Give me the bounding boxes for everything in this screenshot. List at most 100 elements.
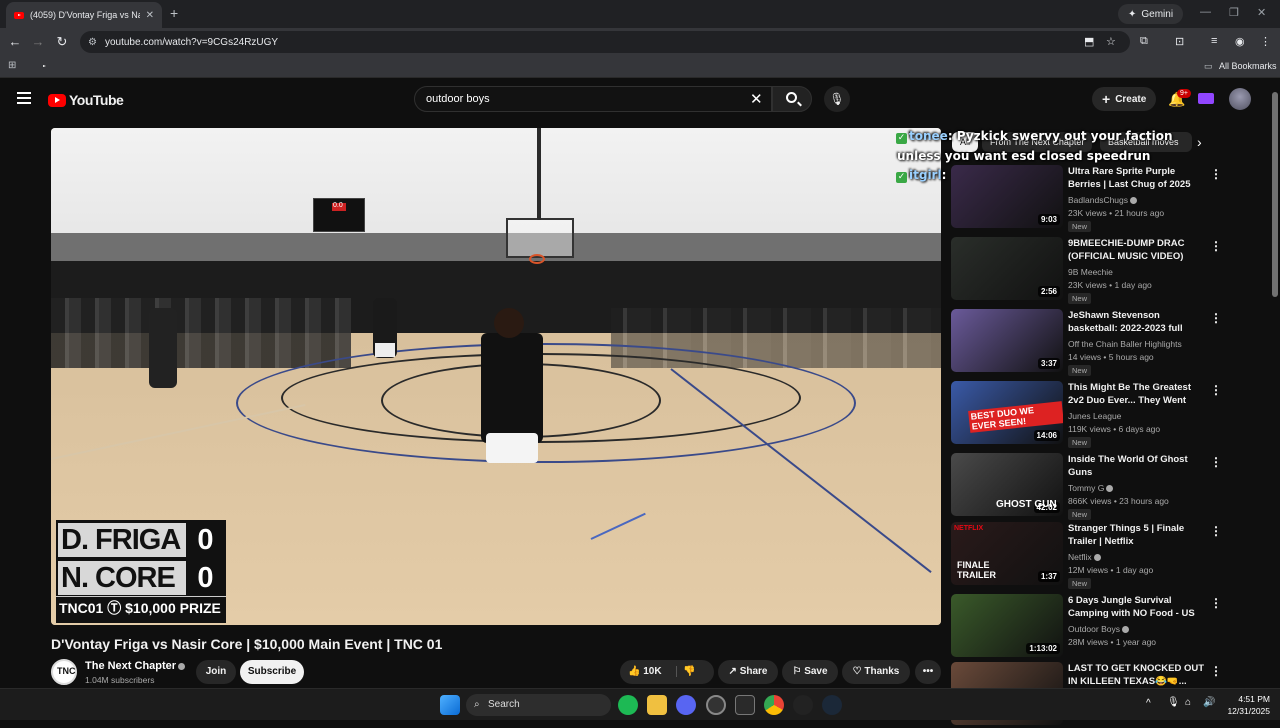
file-explorer-icon[interactable] <box>647 695 667 715</box>
chips-next-chevron-icon[interactable]: › <box>1197 134 1202 150</box>
minimize-icon[interactable]: — <box>1200 6 1211 18</box>
all-bookmarks-link[interactable]: All Bookmarks <box>1219 61 1277 71</box>
back-arrow-icon[interactable]: ← <box>7 34 23 49</box>
more-options-icon[interactable]: ⋮ <box>1210 596 1222 610</box>
join-button[interactable]: Join <box>196 660 236 684</box>
steam-icon[interactable] <box>822 695 842 715</box>
bookmark-star-icon[interactable]: ☆ <box>1106 35 1116 48</box>
tray-mic-icon[interactable]: 🎙 <box>1167 697 1180 708</box>
video-thumbnail[interactable]: 1:37 NETFLIX FINALE TRAILER <box>951 522 1063 585</box>
scrollbar-thumb[interactable] <box>1272 92 1278 297</box>
search-input[interactable]: outdoor boys <box>414 86 772 112</box>
recommended-video[interactable]: 42:02 GHOST GUN Inside The World Of Ghost … <box>951 453 1222 520</box>
recommended-video-title[interactable]: This Might Be The Greatest 2v2 Duo Ever.… <box>1068 381 1208 408</box>
recommended-video[interactable]: 9:03 Ultra Rare Sprite Purple Berries | L… <box>951 165 1222 232</box>
recommended-video-title[interactable]: 9BMEECHIE-DUMP DRAC (OFFICIAL MUSIC VIDE… <box>1068 237 1208 263</box>
recommended-video-channel[interactable]: BadlandsChugs <box>1068 195 1138 205</box>
verified-check-icon <box>1130 197 1138 205</box>
thanks-button[interactable]: ♡ Thanks <box>842 660 910 684</box>
recommended-video[interactable]: 14:06 BEST DUO WE EVER SEEN! This Might Be… <box>951 381 1222 448</box>
account-avatar[interactable] <box>1229 88 1251 110</box>
youtube-logo[interactable]: YouTube <box>48 92 124 108</box>
forward-arrow-icon[interactable]: → <box>30 34 46 49</box>
reload-icon[interactable]: ↻ <box>54 34 70 50</box>
install-app-icon[interactable]: ⬒ <box>1084 35 1094 48</box>
recommended-video[interactable]: 3:37 JeShawn Stevenson basketball: 2022-2… <box>951 309 1222 376</box>
recommended-video[interactable]: 1:37 NETFLIX FINALE TRAILER Stranger Things… <box>951 522 1222 589</box>
more-options-icon[interactable]: ⋮ <box>1210 524 1222 538</box>
thumbs-down-icon: 👎 <box>683 666 696 677</box>
recommended-video[interactable]: 2:56 9BMEECHIE-DUMP DRAC (OFFICIAL MUSIC … <box>951 237 1222 304</box>
prize-banner: TNC01 Ⓣ $10,000 PRIZE <box>56 596 226 618</box>
more-options-icon[interactable]: ⋮ <box>1210 311 1222 325</box>
video-thumbnail[interactable]: 3:37 <box>951 309 1063 372</box>
tray-chevron-icon[interactable]: ^ <box>1146 698 1151 709</box>
clear-search-icon[interactable]: ✕ <box>750 90 763 108</box>
recommended-video-title[interactable]: Stranger Things 5 | Finale Trailer | Net… <box>1068 522 1208 548</box>
recommended-video-title[interactable]: Ultra Rare Sprite Purple Berries | Last … <box>1068 165 1208 191</box>
tab-search-icon[interactable]: ⊡ <box>1175 35 1184 48</box>
more-options-icon[interactable]: ⋮ <box>1210 167 1222 181</box>
epic-games-icon[interactable] <box>735 695 755 715</box>
address-bar[interactable]: ⚙ youtube.com/watch?v=9CGs24RzUGY <box>80 31 1130 53</box>
voice-search-button[interactable]: 🎙 <box>824 86 850 112</box>
app-icon[interactable] <box>706 695 726 715</box>
subscribe-button[interactable]: Subscribe <box>240 660 304 684</box>
tray-volume-icon[interactable]: 🔊 <box>1203 697 1215 708</box>
recommended-video[interactable]: 1:13:02 6 Days Jungle Survival Camping wi… <box>951 594 1222 660</box>
like-button[interactable]: 👍 10K <box>628 666 662 677</box>
more-options-icon[interactable]: ⋮ <box>1210 455 1222 469</box>
court-blue-arc <box>236 343 856 463</box>
more-options-icon[interactable]: ⋮ <box>1210 239 1222 253</box>
dislike-button[interactable]: 👎 <box>676 666 696 677</box>
browser-tab-youtube[interactable]: (4059) D'Vontay Friga vs Nasir Core | $1… <box>6 2 162 28</box>
recommended-video-channel[interactable]: 9B Meechie <box>1068 267 1113 277</box>
site-info-icon[interactable]: ⚙ <box>88 37 97 48</box>
channel-name-row[interactable]: The Next Chapter <box>85 660 186 672</box>
recommended-video-channel[interactable]: Off the Chain Baller Highlights <box>1068 339 1182 349</box>
spotify-icon[interactable] <box>618 695 638 715</box>
more-actions-button[interactable]: ••• <box>915 660 941 684</box>
recommended-video-channel[interactable]: Tommy G <box>1068 483 1114 493</box>
recommended-video-title[interactable]: 6 Days Jungle Survival Camping with NO F… <box>1068 594 1208 621</box>
taskbar-search[interactable]: ⌕ Search <box>466 694 611 716</box>
recommended-video-title[interactable]: JeShawn Stevenson basketball: 2022-2023 … <box>1068 309 1208 336</box>
extensions-icon[interactable]: ⧉ <box>1140 35 1148 48</box>
gemini-button[interactable]: ✦ Gemini <box>1118 4 1184 24</box>
tray-network-icon[interactable]: ⌂ <box>1185 697 1191 708</box>
recommended-video-channel[interactable]: Netflix <box>1068 552 1101 562</box>
new-tab-button[interactable]: + <box>170 5 178 21</box>
save-button[interactable]: ⚐ Save <box>782 660 838 684</box>
windows-start-icon[interactable] <box>440 695 460 715</box>
tab-close-icon[interactable]: ✕ <box>146 10 154 21</box>
menu-kebab-icon[interactable]: ⋮ <box>1260 35 1271 48</box>
twitch-extension-icon[interactable] <box>1198 93 1214 104</box>
media-controls-icon[interactable]: ≡ <box>1211 35 1217 47</box>
recommended-video-title[interactable]: Inside The World Of Ghost Guns <box>1068 453 1208 479</box>
profile-icon[interactable]: ◉ <box>1235 35 1245 48</box>
share-button[interactable]: ↗ Share <box>718 660 778 684</box>
video-thumbnail[interactable]: 9:03 <box>951 165 1063 228</box>
discord-icon[interactable] <box>676 695 696 715</box>
app-icon-2[interactable] <box>793 695 813 715</box>
restore-icon[interactable]: ❐ <box>1229 6 1239 19</box>
video-thumbnail[interactable]: 1:13:02 <box>951 594 1063 657</box>
video-thumbnail[interactable]: 14:06 BEST DUO WE EVER SEEN! <box>951 381 1063 444</box>
video-thumbnail[interactable]: 2:56 <box>951 237 1063 300</box>
taskbar-clock[interactable]: 4:51 PM 12/31/2025 <box>1222 693 1270 717</box>
more-options-icon[interactable]: ⋮ <box>1210 383 1222 397</box>
apps-grid-icon[interactable]: ⊞ <box>8 60 16 71</box>
video-thumbnail[interactable]: 42:02 GHOST GUN <box>951 453 1063 516</box>
recommended-video-channel[interactable]: Outdoor Boys <box>1068 624 1129 634</box>
search-button[interactable] <box>772 86 812 112</box>
window-close-icon[interactable]: ✕ <box>1257 6 1266 19</box>
create-button[interactable]: + Create <box>1092 87 1157 111</box>
hamburger-menu-icon[interactable] <box>17 92 31 104</box>
more-options-icon[interactable]: ⋮ <box>1210 664 1222 678</box>
video-player[interactable]: 0.0 D. FRIGA 0 N. CORE 0 TNC01 Ⓣ $10,000… <box>51 128 941 625</box>
recommended-video-title[interactable]: LAST TO GET KNOCKED OUT IN KILLEEN TEXAS… <box>1068 662 1208 688</box>
recommended-video-channel[interactable]: Junes League <box>1068 411 1121 421</box>
channel-avatar[interactable]: TNC <box>51 659 77 685</box>
chrome-icon[interactable] <box>764 695 784 715</box>
page-scrollbar[interactable] <box>1270 80 1280 688</box>
